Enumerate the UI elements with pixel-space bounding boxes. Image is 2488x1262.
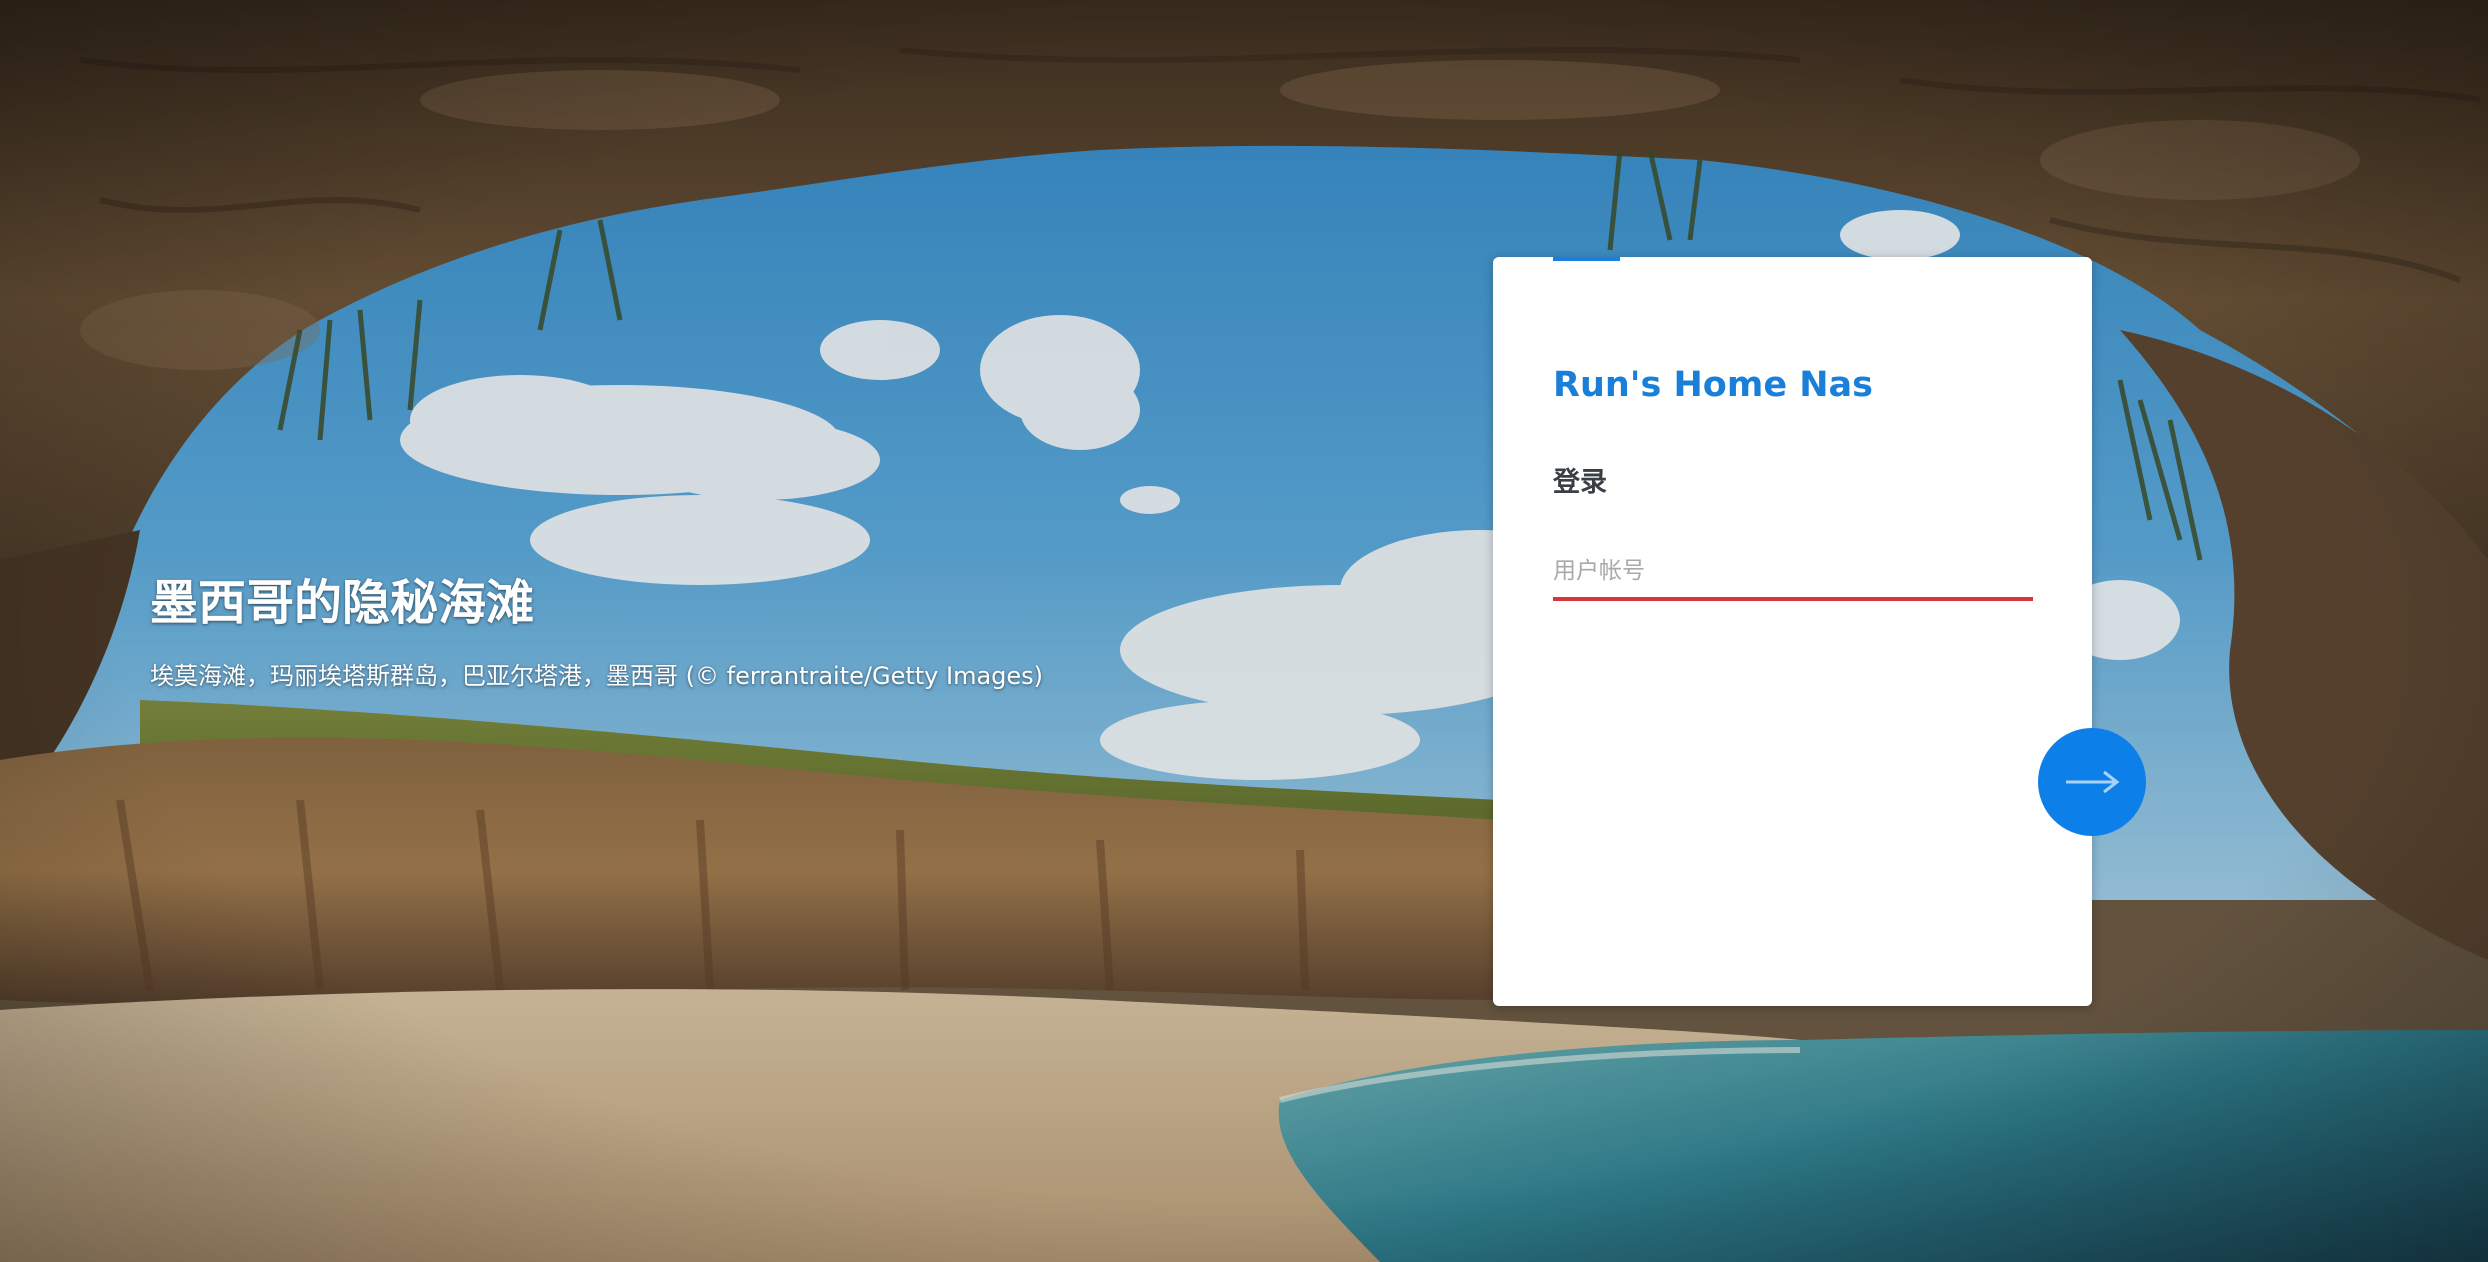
brand-title: Run's Home Nas [1553, 365, 1873, 405]
login-heading: 登录 [1553, 467, 1607, 498]
progress-track [1553, 257, 2033, 261]
image-caption: 墨西哥的隐秘海滩 埃莫海滩，玛丽埃塔斯群岛，巴亚尔塔港，墨西哥 (© ferra… [150, 570, 1450, 694]
next-button[interactable] [2038, 728, 2146, 836]
image-title: 墨西哥的隐秘海滩 [150, 575, 535, 631]
username-input[interactable] [1553, 545, 2033, 601]
progress-bar [1553, 257, 1621, 261]
arrow-right-icon [2066, 770, 2120, 794]
image-credit: 埃莫海滩，玛丽埃塔斯群岛，巴亚尔塔港，墨西哥 (© ferrantraite/G… [150, 662, 1044, 690]
login-card: Run's Home Nas 登录 [1493, 257, 2092, 1006]
username-field [1553, 545, 2033, 601]
